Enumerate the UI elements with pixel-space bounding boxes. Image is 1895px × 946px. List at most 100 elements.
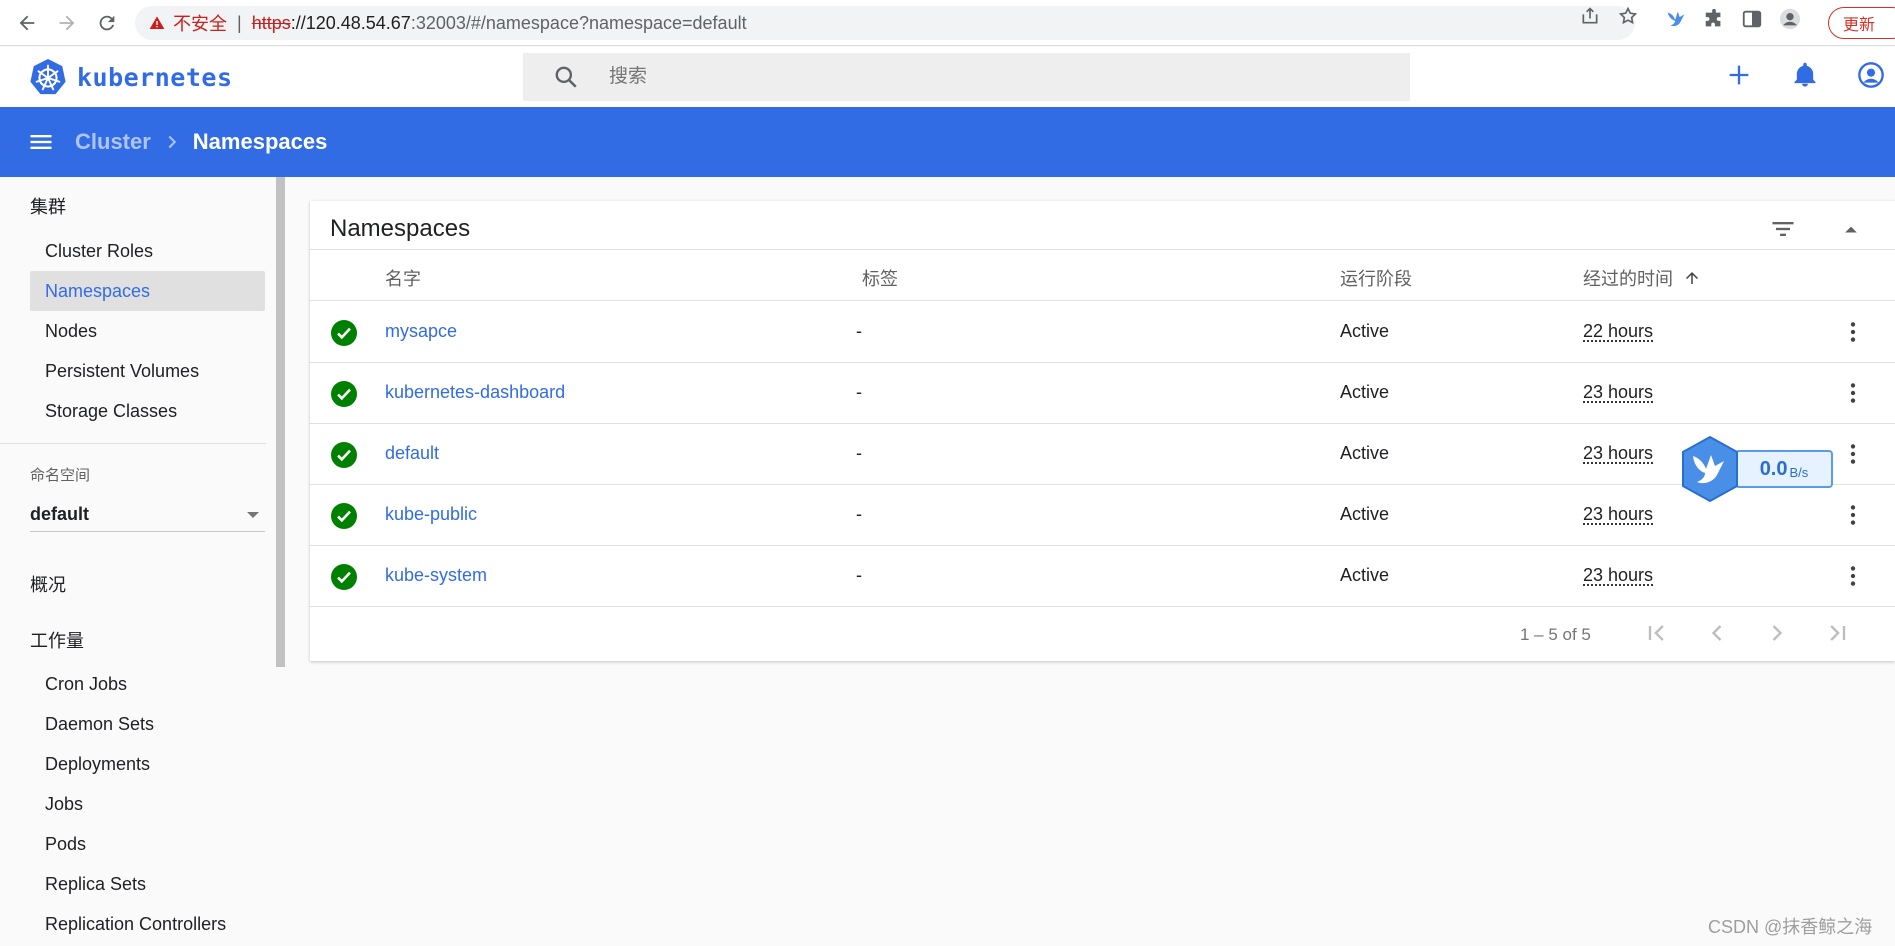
search-icon [553,64,579,90]
breadcrumb-current: Namespaces [193,129,328,155]
table-row: default - Active 23 hours [310,424,1895,485]
speed-value: 0.0 [1760,458,1788,481]
reload-button[interactable] [94,10,120,36]
namespace-labels: - [856,321,862,342]
search-bar[interactable] [523,53,1410,101]
namespace-phase: Active [1340,443,1389,464]
namespaces-card: Namespaces 名字 标签 运行阶段 经过的时间 mysapce - Ac… [310,201,1895,661]
namespace-link[interactable]: mysapce [385,321,457,342]
update-button[interactable]: 更新 [1828,7,1895,39]
paginator: 1 – 5 of 5 [310,605,1895,661]
share-icon[interactable] [1580,6,1600,26]
table-row: kube-system - Active 23 hours [310,546,1895,607]
arrow-right-icon [56,12,78,34]
namespace-age[interactable]: 23 hours [1583,443,1653,464]
more-vert-icon[interactable] [1840,563,1866,589]
namespace-phase: Active [1340,382,1389,403]
sidebar-item-storage-classes[interactable]: Storage Classes [30,391,265,431]
address-bar[interactable]: 不安全 | https ://120.48.54.67 :32003/#/nam… [135,6,1635,40]
sidebar-item-deployments[interactable]: Deployments [30,744,265,784]
search-input[interactable] [609,66,1309,88]
column-age-header[interactable]: 经过的时间 [1583,265,1701,291]
plus-icon[interactable] [1725,61,1753,89]
sidebar-section-overview[interactable]: 概况 [30,571,66,597]
filter-icon[interactable] [1769,215,1797,243]
first-page-icon[interactable] [1643,619,1671,647]
sidebar-item-nodes[interactable]: Nodes [30,311,265,351]
sidebar-scrollbar[interactable] [276,177,285,667]
card-title: Namespaces [330,215,470,243]
forward-button[interactable] [54,10,80,36]
dropdown-caret-icon [247,512,259,518]
namespace-link[interactable]: kube-public [385,504,477,525]
chevron-right-icon [161,131,183,153]
sidebar-item-replica-sets[interactable]: Replica Sets [30,864,265,904]
namespace-link[interactable]: kube-system [385,565,487,586]
url-scheme: https [252,13,291,34]
column-age: 经过的时间 [1583,265,1673,291]
bookmark-star-icon[interactable] [1618,6,1638,26]
check-circle-icon [331,442,357,468]
logo-text: kubernetes [77,63,233,92]
namespace-select-value: default [30,504,89,525]
network-speed-widget[interactable]: 0.0 B/s [1675,434,1833,504]
chevron-up-icon[interactable] [1837,215,1865,243]
sidebar-item-pods[interactable]: Pods [30,824,265,864]
security-label: 不安全 [173,10,227,36]
account-circle-icon[interactable] [1857,61,1885,89]
warning-icon [149,15,165,31]
namespace-age[interactable]: 23 hours [1583,382,1653,403]
sidebar-item-namespaces[interactable]: Namespaces [30,271,265,311]
check-circle-icon [331,320,357,346]
namespace-age[interactable]: 22 hours [1583,321,1653,342]
arrow-up-icon [1683,269,1701,287]
puzzle-icon[interactable] [1703,8,1725,30]
namespace-phase: Active [1340,565,1389,586]
namespace-age[interactable]: 23 hours [1583,565,1653,586]
chevron-left-icon[interactable] [1703,619,1731,647]
namespace-link[interactable]: default [385,443,439,464]
sidebar-item-cluster-roles[interactable]: Cluster Roles [30,231,265,271]
browser-toolbar: 不安全 | https ://120.48.54.67 :32003/#/nam… [0,0,1895,46]
sidebar-item-daemon-sets[interactable]: Daemon Sets [30,704,265,744]
namespace-age[interactable]: 23 hours [1583,504,1653,525]
more-vert-icon[interactable] [1840,441,1866,467]
watermark: CSDN @抹香鲸之海 [1708,913,1872,939]
update-label: 更新 [1843,11,1875,35]
security-warning[interactable]: 不安全 [149,10,227,36]
last-page-icon[interactable] [1823,619,1851,647]
toolbar: Cluster Namespaces [0,107,1895,177]
more-vert-icon[interactable] [1840,502,1866,528]
kubernetes-logo[interactable]: kubernetes [29,58,233,96]
more-vert-icon[interactable] [1840,380,1866,406]
bird-extension-icon[interactable] [1665,8,1687,30]
sidebar-item-jobs[interactable]: Jobs [30,784,265,824]
sidebar-item-replication-controllers[interactable]: Replication Controllers [30,904,265,944]
speed-unit: B/s [1790,465,1809,480]
namespace-phase: Active [1340,321,1389,342]
kubernetes-wheel-icon [29,58,67,96]
profile-avatar-icon[interactable] [1779,8,1801,30]
table-header: 名字 标签 运行阶段 经过的时间 [310,249,1895,301]
more-vert-icon[interactable] [1840,319,1866,345]
namespace-link[interactable]: kubernetes-dashboard [385,382,565,403]
back-button[interactable] [14,10,40,36]
table-row: kube-public - Active 23 hours [310,485,1895,546]
chevron-right-icon[interactable] [1763,619,1791,647]
menu-icon[interactable] [27,128,55,156]
column-name[interactable]: 名字 [385,265,421,291]
bell-icon[interactable] [1791,61,1819,89]
column-phase: 运行阶段 [1340,265,1412,291]
namespace-labels: - [856,382,862,403]
pagination-range: 1 – 5 of 5 [1520,625,1591,645]
side-panel-icon[interactable] [1741,8,1763,30]
breadcrumb-cluster[interactable]: Cluster [75,129,151,155]
sidebar-item-persistent-volumes[interactable]: Persistent Volumes [30,351,265,391]
namespace-select[interactable]: default [30,498,265,532]
url-path: :32003/#/namespace?namespace=default [411,13,747,34]
check-circle-icon [331,503,357,529]
sidebar-item-cron-jobs[interactable]: Cron Jobs [30,664,265,704]
sidebar-section-workloads[interactable]: 工作量 [30,627,84,653]
address-separator: | [237,13,242,34]
sidebar-section-cluster[interactable]: 集群 [30,193,66,219]
